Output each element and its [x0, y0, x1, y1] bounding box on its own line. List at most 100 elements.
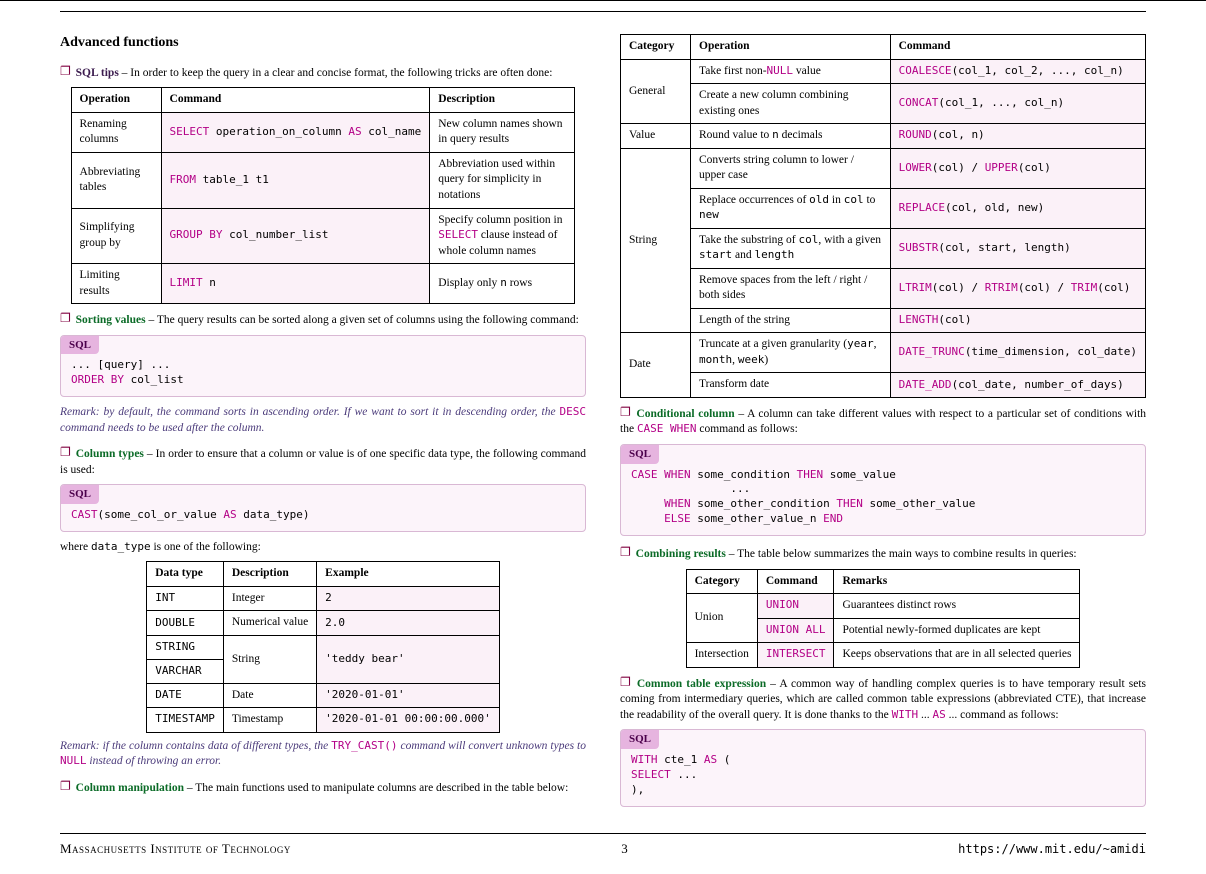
sql-label: SQL: [621, 445, 659, 464]
cell-cat: Union: [686, 594, 757, 643]
table-row: Simplifying group by GROUP BY col_number…: [71, 208, 575, 264]
cell-cmd: COALESCE(col_1, col_2, ..., col_n): [890, 59, 1145, 84]
sql-block-casewhen: SQL CASE WHEN some_condition THEN some_v…: [620, 444, 1146, 536]
cell-desc: Abbreviation used within query for simpl…: [430, 152, 575, 208]
sql-code: WITH cte_1 AS ( SELECT ... ),: [621, 749, 1145, 806]
cell-op: Create a new column combining existing o…: [691, 84, 891, 124]
colmanip-table: Category Operation Command General Take …: [620, 34, 1146, 398]
coltypes-remark: Remark: if the column contains data of d…: [60, 739, 586, 770]
table-row: Date Truncate at a given granularity (ye…: [621, 333, 1146, 373]
tip-name: Common table expression: [637, 678, 766, 690]
cell-ex: '2020-01-01': [317, 683, 500, 708]
where-line: where data_type is one of the following:: [60, 540, 586, 556]
table-row: TIMESTAMP Timestamp '2020-01-01 00:00:00…: [147, 708, 500, 733]
table-row: String Converts string column to lower /…: [621, 148, 1146, 188]
cell-cat: Intersection: [686, 643, 757, 668]
table-row: Intersection INTERSECT Keeps observation…: [686, 643, 1080, 668]
cell-dt: STRING: [147, 635, 224, 659]
cell-ex: '2020-01-01 00:00:00.000': [317, 708, 500, 733]
table-header: Operation Command Description: [71, 88, 575, 113]
th-command: Command: [757, 569, 834, 594]
cell-op: Round value to n decimals: [691, 124, 891, 149]
datatype-table: Data type Description Example INT Intege…: [146, 561, 500, 732]
table-row: STRING String 'teddy bear': [147, 635, 500, 659]
table-row: Remove spaces from the left / right / bo…: [621, 268, 1146, 308]
footer-url: https://www.mit.edu/~amidi: [958, 841, 1146, 857]
table-row: Abbreviating tables FROM table_1 t1 Abbr…: [71, 152, 575, 208]
cell-cmd: LIMIT n: [161, 264, 430, 304]
table-row: Limiting results LIMIT n Display only n …: [71, 264, 575, 304]
table-row: Take the substring of col, with a given …: [621, 228, 1146, 268]
cell-cmd: GROUP BY col_number_list: [161, 208, 430, 264]
bookmark-icon: ❐: [620, 675, 631, 689]
cell-cmd: LTRIM(col) / RTRIM(col) / TRIM(col): [890, 268, 1145, 308]
th-datatype: Data type: [147, 562, 224, 587]
cell-op: Replace occurrences of old in col to new: [691, 188, 891, 228]
th-remarks: Remarks: [834, 569, 1080, 594]
tip-name: Column manipulation: [76, 782, 184, 794]
right-column: Category Operation Command General Take …: [620, 28, 1146, 815]
cell-cmd: REPLACE(col, old, new): [890, 188, 1145, 228]
tip-name: Column types: [76, 448, 144, 460]
cell-cmd: UNION ALL: [766, 623, 826, 636]
th-command: Command: [161, 88, 430, 113]
th-category: Category: [621, 35, 691, 60]
cell-op: Abbreviating tables: [71, 152, 161, 208]
table-row: INT Integer 2: [147, 586, 500, 611]
tip-desc: – The table below summarizes the main wa…: [729, 548, 1077, 560]
cell-cat: Date: [621, 333, 691, 398]
tip-desc: – The query results can be sorted along …: [148, 314, 578, 326]
cell-op: Limiting results: [71, 264, 161, 304]
cell-cmd: INTERSECT: [766, 647, 826, 660]
cell-cmd: FROM table_1 t1: [161, 152, 430, 208]
bookmark-icon: ❐: [60, 779, 71, 793]
cell-desc: String: [223, 635, 316, 683]
cell-cat: Value: [621, 124, 691, 149]
footer-institution: Massachusetts Institute of Technology: [60, 840, 291, 858]
bookmark-icon: ❐: [620, 545, 631, 559]
table-header: Category Operation Command: [621, 35, 1146, 60]
cell-desc: Date: [223, 683, 316, 708]
cell-ex: 'teddy bear': [317, 635, 500, 683]
sql-code: CAST(some_col_or_value AS data_type): [61, 504, 585, 531]
colmanip-para: ❐ Column manipulation – The main functio…: [60, 778, 586, 797]
cell-cmd: DATE_TRUNC(time_dimension, col_date): [890, 333, 1145, 373]
th-example: Example: [317, 562, 500, 587]
th-operation: Operation: [691, 35, 891, 60]
condcol-para: ❐ Conditional column – A column can take…: [620, 404, 1146, 438]
table-row: Length of the string LENGTH(col): [621, 308, 1146, 333]
tip-desc: – In order to keep the query in a clear …: [122, 67, 553, 79]
cell-cmd: ROUND(col, n): [890, 124, 1145, 149]
tip-name: Sorting values: [76, 314, 146, 326]
bookmark-icon: ❐: [60, 445, 71, 459]
cell-op: Simplifying group by: [71, 208, 161, 264]
two-column-layout: Advanced functions ❐ SQL tips – In order…: [60, 28, 1146, 815]
tip-name: Conditional column: [636, 408, 734, 420]
cell-dt: TIMESTAMP: [147, 708, 224, 733]
combining-table: Category Command Remarks Union UNION Gua…: [686, 569, 1081, 668]
th-description: Description: [430, 88, 575, 113]
cell-op: Truncate at a given granularity (year, m…: [691, 333, 891, 373]
tip-name: SQL tips: [76, 67, 119, 79]
table-row: Union UNION Guarantees distinct rows: [686, 594, 1080, 619]
page: Advanced functions ❐ SQL tips – In order…: [0, 0, 1206, 874]
bookmark-icon: ❐: [60, 64, 71, 78]
cell-rem: Potential newly-formed duplicates are ke…: [834, 618, 1080, 643]
cell-desc: New column names shown in query results: [430, 112, 575, 152]
coltypes-para: ❐ Column types – In order to ensure that…: [60, 444, 586, 478]
sorting-remark: Remark: by default, the command sorts in…: [60, 405, 586, 436]
table-row: DATE Date '2020-01-01': [147, 683, 500, 708]
cell-cmd: LOWER(col) / UPPER(col): [890, 148, 1145, 188]
cell-cmd: CONCAT(col_1, ..., col_n): [890, 84, 1145, 124]
cell-desc: Numerical value: [223, 611, 316, 636]
sql-tips-para: ❐ SQL tips – In order to keep the query …: [60, 63, 586, 82]
th-category: Category: [686, 569, 757, 594]
table-header: Category Command Remarks: [686, 569, 1080, 594]
cell-desc: Specify column position in SELECT clause…: [430, 208, 575, 264]
cell-op: Renaming columns: [71, 112, 161, 152]
combining-para: ❐ Combining results – The table below su…: [620, 544, 1146, 563]
th-command: Command: [890, 35, 1145, 60]
sql-tips-table: Operation Command Description Renaming c…: [71, 87, 576, 304]
cell-op: Take first non-NULL value: [691, 59, 891, 84]
cell-dt: INT: [147, 586, 224, 611]
